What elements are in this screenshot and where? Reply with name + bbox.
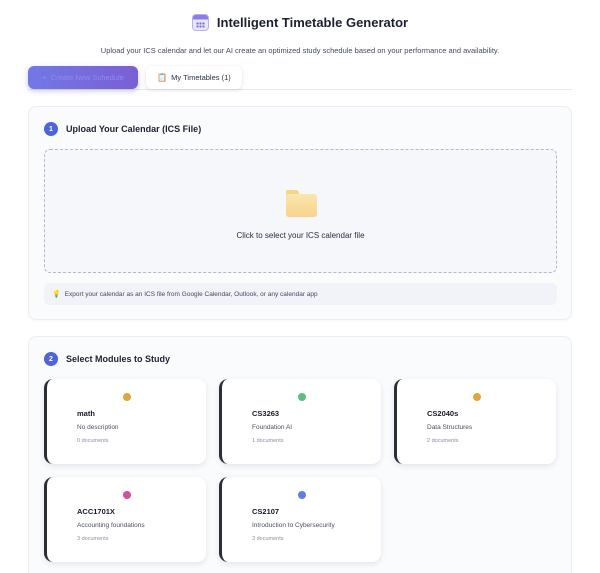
clipboard-icon: 📋 — [157, 73, 168, 82]
ics-file-dropzone[interactable]: Click to select your ICS calendar file — [44, 149, 557, 273]
module-description: Foundation AI — [252, 424, 293, 431]
section-heading: 2 Select Modules to Study — [44, 352, 170, 366]
module-document-count: 1 documents — [252, 438, 284, 444]
module-description: No description — [77, 424, 119, 431]
export-tip: 💡 Export your calendar as an ICS file fr… — [44, 283, 557, 305]
page-title: Intelligent Timetable Generator — [216, 14, 409, 30]
module-description: Introduction to Cybersecurity — [252, 522, 335, 529]
step-number-badge: 1 — [44, 122, 58, 136]
module-description: Accounting foundations — [77, 522, 145, 529]
module-code: CS2040s — [427, 409, 459, 418]
module-color-dot — [298, 393, 306, 401]
select-modules-section: 2 Select Modules to Study math No descri… — [28, 336, 572, 573]
module-code: math — [77, 409, 95, 418]
page-subtitle: Upload your ICS calendar and let our AI … — [100, 46, 500, 55]
plus-icon: + — [42, 73, 47, 82]
tab-label: My Timetables (1) — [171, 73, 231, 82]
module-card-math[interactable]: math No description 0 documents — [44, 379, 206, 464]
step-number-badge: 2 — [44, 352, 58, 366]
calendar-icon — [191, 13, 209, 31]
section-title: Select Modules to Study — [66, 354, 171, 364]
section-title: Upload Your Calendar (ICS File) — [66, 124, 202, 134]
page-header: Intelligent Timetable Generator Upload y… — [0, 12, 600, 55]
module-color-dot — [298, 491, 306, 499]
module-description: Data Structures — [427, 424, 473, 431]
tab-bar: + Create New Schedule 📋 My Timetables (1… — [28, 66, 572, 90]
module-code: ACC1701X — [77, 507, 115, 516]
module-color-dot — [123, 491, 131, 499]
title-row: Intelligent Timetable Generator — [0, 12, 600, 32]
folder-icon — [286, 190, 317, 217]
tab-label: Create New Schedule — [50, 73, 124, 82]
module-card-acc1701x[interactable]: ACC1701X Accounting foundations 3 docume… — [44, 477, 206, 562]
module-document-count: 2 documents — [427, 438, 459, 444]
module-code: CS2107 — [252, 507, 280, 516]
tip-text: Export your calendar as an ICS file from… — [64, 290, 318, 298]
module-card-cs3263[interactable]: CS3263 Foundation AI 1 documents — [219, 379, 381, 464]
lightbulb-icon: 💡 — [52, 291, 61, 298]
module-document-count: 3 documents — [77, 536, 109, 542]
module-document-count: 0 documents — [77, 438, 109, 444]
tab-create-new-schedule[interactable]: + Create New Schedule — [28, 66, 138, 89]
module-color-dot — [123, 393, 131, 401]
dropzone-label: Click to select your ICS calendar file — [236, 231, 365, 240]
module-card-cs2040s[interactable]: CS2040s Data Structures 2 documents — [394, 379, 556, 464]
upload-calendar-section: 1 Upload Your Calendar (ICS File) Click … — [28, 106, 572, 320]
tab-my-timetables[interactable]: 📋 My Timetables (1) — [146, 66, 242, 89]
module-card-cs2107[interactable]: CS2107 Introduction to Cybersecurity 3 d… — [219, 477, 381, 562]
module-code: CS3263 — [252, 409, 280, 418]
module-color-dot — [473, 393, 481, 401]
section-heading: 1 Upload Your Calendar (ICS File) — [44, 122, 201, 136]
module-document-count: 3 documents — [252, 536, 284, 542]
